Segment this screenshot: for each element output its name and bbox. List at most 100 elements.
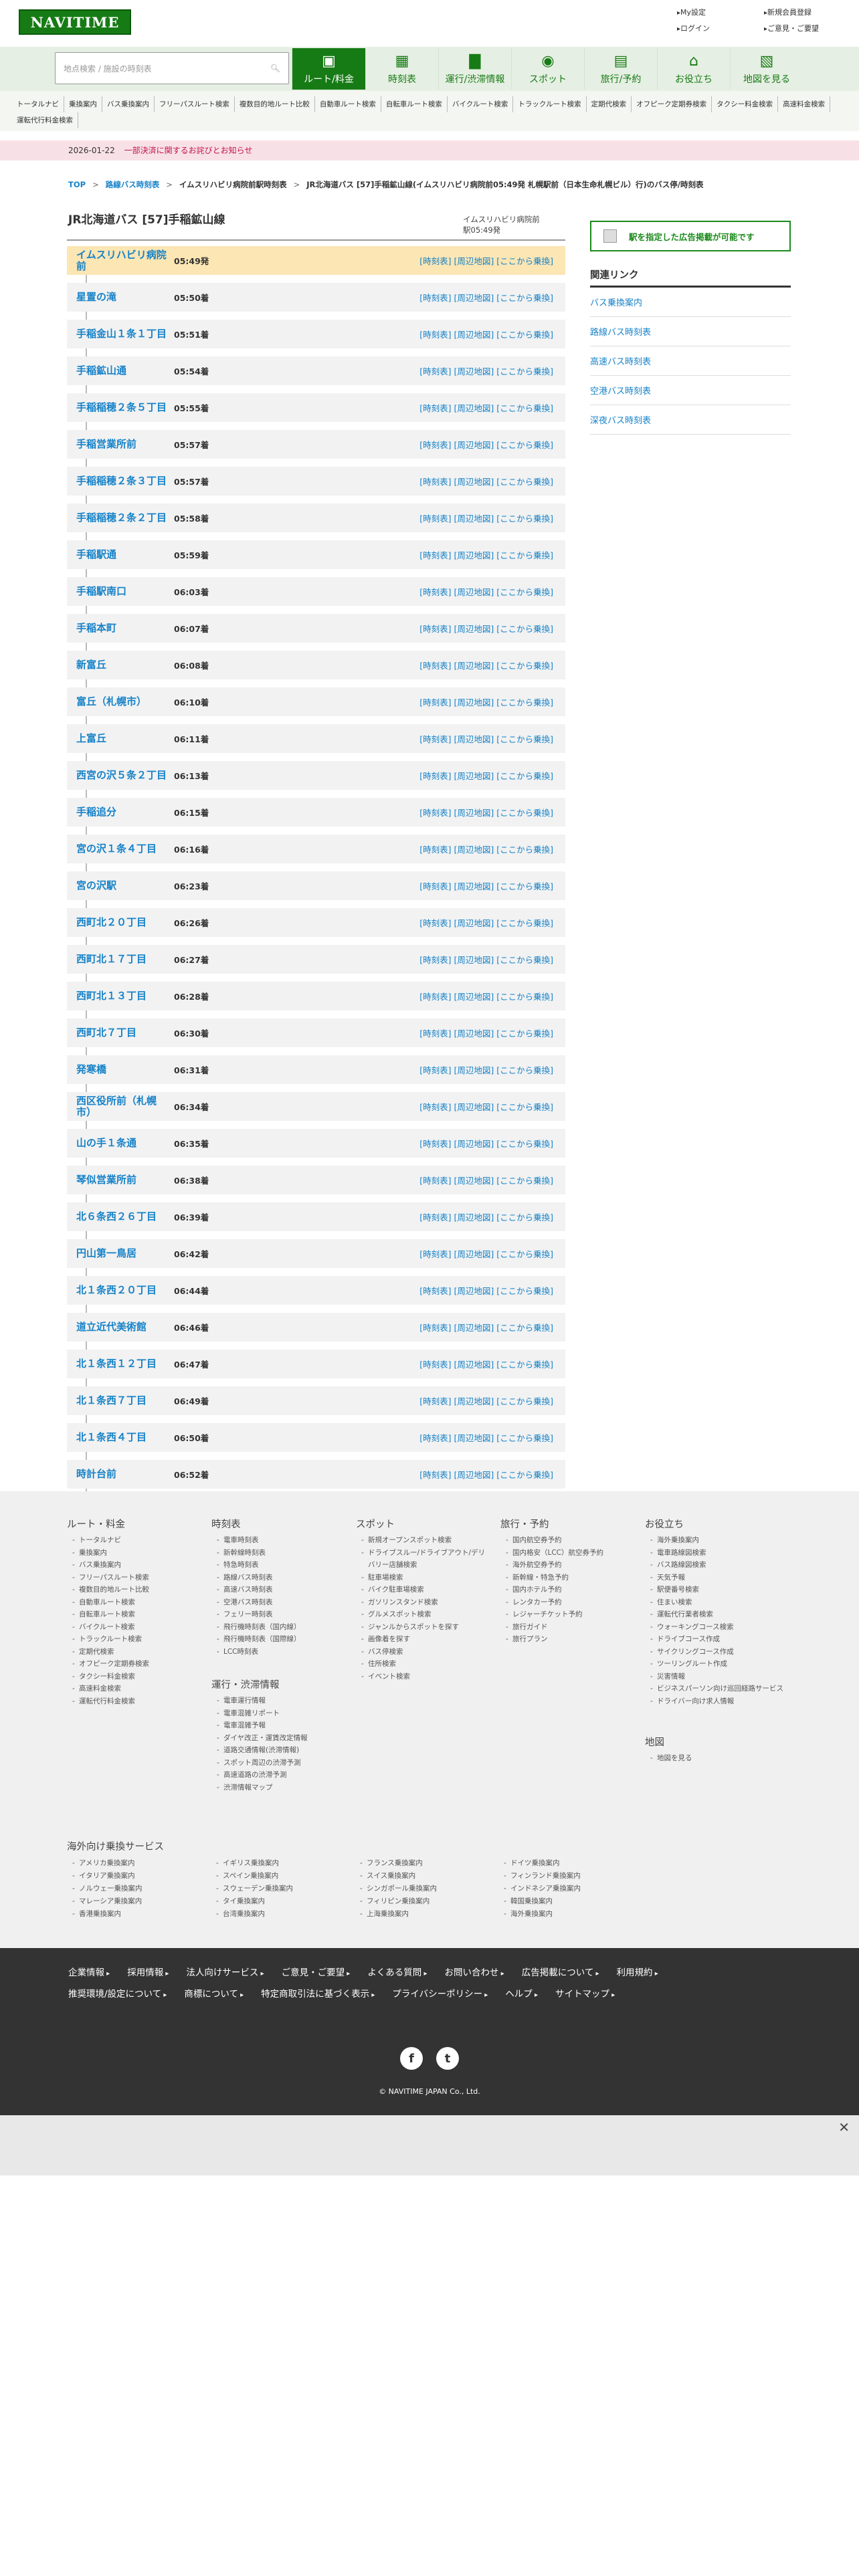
footer-link[interactable]: 国内航空券予約	[500, 1534, 634, 1547]
footer-bottom-link[interactable]: 商標について	[184, 1984, 244, 2006]
stop-links[interactable]: [時刻表] [周辺地図] [ここから乗換]	[419, 246, 553, 275]
nav-item-6[interactable]: ▧ 地図を見る	[730, 48, 803, 90]
stop-links[interactable]: [時刻表] [周辺地図] [ここから乗換]	[419, 577, 553, 606]
stop-name[interactable]: 西町北２０丁目	[76, 908, 170, 937]
overseas-link[interactable]: スペイン乗換案内	[211, 1870, 355, 1883]
footer-link[interactable]: ドライブスルー/ドライブアウト/デリバリー店舗検索	[356, 1547, 490, 1572]
overseas-link[interactable]: フィンランド乗換案内	[498, 1870, 642, 1883]
stop-links[interactable]: [時刻表] [周辺地図] [ここから乗換]	[419, 467, 553, 496]
footer-col-heading[interactable]: お役立ち	[645, 1518, 795, 1531]
stop-links[interactable]: [時刻表] [周辺地図] [ここから乗換]	[419, 651, 553, 679]
stop-links[interactable]: [時刻表] [周辺地図] [ここから乗換]	[419, 687, 553, 716]
facebook-icon[interactable]: f	[400, 2047, 423, 2070]
stop-links[interactable]: [時刻表] [周辺地図] [ここから乗換]	[419, 835, 553, 863]
footer-bottom-link[interactable]: お問い合わせ	[445, 1963, 504, 1984]
stop-name[interactable]: 円山第一鳥居	[76, 1239, 170, 1268]
stop-name[interactable]: 北１条西１２丁目	[76, 1350, 170, 1378]
stop-links[interactable]: [時刻表] [周辺地図] [ここから乗換]	[419, 1092, 553, 1121]
overseas-link[interactable]: フランス乗換案内	[355, 1857, 498, 1870]
overseas-link[interactable]: マレーシア乗換案内	[67, 1895, 211, 1908]
footer-link[interactable]: 電車運行情報	[211, 1695, 345, 1707]
stop-links[interactable]: [時刻表] [周辺地図] [ここから乗換]	[419, 908, 553, 937]
stop-name[interactable]: 山の手１条通	[76, 1129, 170, 1158]
footer-bottom-link[interactable]: ヘルプ	[505, 1984, 538, 2006]
stop-name[interactable]: 西町北１７丁目	[76, 945, 170, 974]
overseas-link[interactable]: 韓国乗換案内	[498, 1895, 642, 1908]
stop-name[interactable]: 西町北７丁目	[76, 1018, 170, 1047]
subnav-link[interactable]: トータルナビ	[12, 96, 64, 112]
overseas-link[interactable]: 香港乗換案内	[67, 1908, 211, 1921]
feedback-link[interactable]: ご意見・ご要望	[764, 23, 851, 33]
stop-name[interactable]: 北６条西２６丁目	[76, 1202, 170, 1231]
stop-links[interactable]: [時刻表] [周辺地図] [ここから乗換]	[419, 430, 553, 459]
footer-link[interactable]: 自動車ルート検索	[67, 1596, 201, 1609]
footer-link[interactable]: LCC時刻表	[211, 1646, 345, 1658]
footer-link[interactable]: 渋滞情報マップ	[211, 1782, 345, 1794]
stop-name[interactable]: 星置の滝	[76, 283, 170, 312]
stop-name[interactable]: 新富丘	[76, 651, 170, 679]
stop-links[interactable]: [時刻表] [周辺地図] [ここから乗換]	[419, 1460, 553, 1489]
subnav-link[interactable]: オフピーク定期券検索	[632, 96, 712, 112]
notice-bar[interactable]: 2026-01-22 一部決済に関するお詫びとお知らせ	[0, 140, 859, 160]
footer-bottom-link[interactable]: 企業情報	[68, 1963, 110, 1984]
footer-link[interactable]: ガソリンスタンド検索	[356, 1596, 490, 1609]
subnav-link[interactable]: バス乗換案内	[102, 96, 155, 112]
footer-link[interactable]: 路線バス時刻表	[211, 1572, 345, 1584]
stop-links[interactable]: [時刻表] [周辺地図] [ここから乗換]	[419, 1055, 553, 1084]
overseas-link[interactable]: ノルウェー乗換案内	[67, 1883, 211, 1895]
footer-link[interactable]: スポット周辺の渋滞予測	[211, 1757, 345, 1769]
footer-link[interactable]: 国内格安（LCC）航空券予約	[500, 1547, 634, 1560]
nav-item-2[interactable]: ▇ 運行/渋滞情報	[438, 48, 511, 90]
stop-name[interactable]: 発寒橋	[76, 1055, 170, 1084]
footer-link[interactable]: 道路交通情報(渋滞情報)	[211, 1744, 345, 1757]
navitime-logo[interactable]: NAVITIME	[19, 9, 131, 35]
footer-link[interactable]: 電車時刻表	[211, 1534, 345, 1547]
overseas-link[interactable]: タイ乗換案内	[211, 1895, 355, 1908]
register-link[interactable]: 新規会員登録	[764, 7, 851, 17]
footer-link[interactable]: レンタカー予約	[500, 1596, 634, 1609]
stop-links[interactable]: [時刻表] [周辺地図] [ここから乗換]	[419, 1202, 553, 1231]
stop-name[interactable]: 手稲駅南口	[76, 577, 170, 606]
close-icon[interactable]: ✕	[838, 2119, 850, 2135]
footer-link[interactable]: バス路線図検索	[645, 1559, 795, 1572]
footer-col-heading[interactable]: 地図	[645, 1736, 779, 1749]
footer-link[interactable]: バス乗換案内	[67, 1559, 201, 1572]
overseas-link[interactable]: スイス乗換案内	[355, 1870, 498, 1883]
breadcrumb-top[interactable]: TOP	[68, 180, 86, 189]
stop-links[interactable]: [時刻表] [周辺地図] [ここから乗換]	[419, 945, 553, 974]
footer-bottom-link[interactable]: 特定商取引法に基づく表示	[261, 1984, 375, 2006]
footer-link[interactable]: 複数目的地ルート比較	[67, 1584, 201, 1596]
related-link[interactable]: 高速バス時刻表	[590, 346, 791, 376]
overseas-link[interactable]: イギリス乗換案内	[211, 1857, 355, 1870]
stop-links[interactable]: [時刻表] [周辺地図] [ここから乗換]	[419, 1239, 553, 1268]
footer-link[interactable]: ツーリングルート作成	[645, 1658, 795, 1671]
search-input[interactable]: 地点検索 / 施設の時刻表 🔍︎	[55, 52, 289, 84]
stop-links[interactable]: [時刻表] [周辺地図] [ここから乗換]	[419, 871, 553, 900]
stop-name[interactable]: 上富丘	[76, 724, 170, 753]
stop-links[interactable]: [時刻表] [周辺地図] [ここから乗換]	[419, 1423, 553, 1452]
footer-link[interactable]: トータルナビ	[67, 1534, 201, 1547]
footer-link[interactable]: 定期代検索	[67, 1646, 201, 1658]
footer-link[interactable]: ビジネスパーソン向け巡回経路サービス	[645, 1683, 795, 1695]
footer-link[interactable]: 乗換案内	[67, 1547, 201, 1560]
subnav-link[interactable]: トラックルート検索	[513, 96, 587, 112]
footer-col-heading[interactable]: 時刻表	[211, 1518, 345, 1531]
footer-link[interactable]: バス停検索	[356, 1646, 490, 1658]
overseas-link[interactable]: 上海乗換案内	[355, 1908, 498, 1921]
overseas-link[interactable]: 海外乗換案内	[498, 1908, 642, 1921]
footer-col-heading[interactable]: 旅行・予約	[500, 1518, 634, 1531]
footer-link[interactable]: バイク駐車場検索	[356, 1584, 490, 1596]
overseas-link[interactable]: イタリア乗換案内	[67, 1870, 211, 1883]
footer-link[interactable]: ドライブコース作成	[645, 1633, 795, 1646]
nav-item-3[interactable]: ◉ スポット	[511, 48, 584, 90]
footer-link[interactable]: 天気予報	[645, 1572, 795, 1584]
stop-links[interactable]: [時刻表] [周辺地図] [ここから乗換]	[419, 724, 553, 753]
footer-link[interactable]: 災害情報	[645, 1671, 795, 1683]
subnav-link[interactable]: バイクルート検索	[448, 96, 514, 112]
footer-link[interactable]: イベント検索	[356, 1671, 490, 1683]
search-icon[interactable]: 🔍︎	[270, 64, 280, 73]
notice-text[interactable]: 一部決済に関するお詫びとお知らせ	[124, 146, 253, 155]
stop-name[interactable]: 手稲営業所前	[76, 430, 170, 459]
overseas-link[interactable]: シンガポール乗換案内	[355, 1883, 498, 1895]
footer-bottom-link[interactable]: サイトマップ	[555, 1984, 615, 2006]
